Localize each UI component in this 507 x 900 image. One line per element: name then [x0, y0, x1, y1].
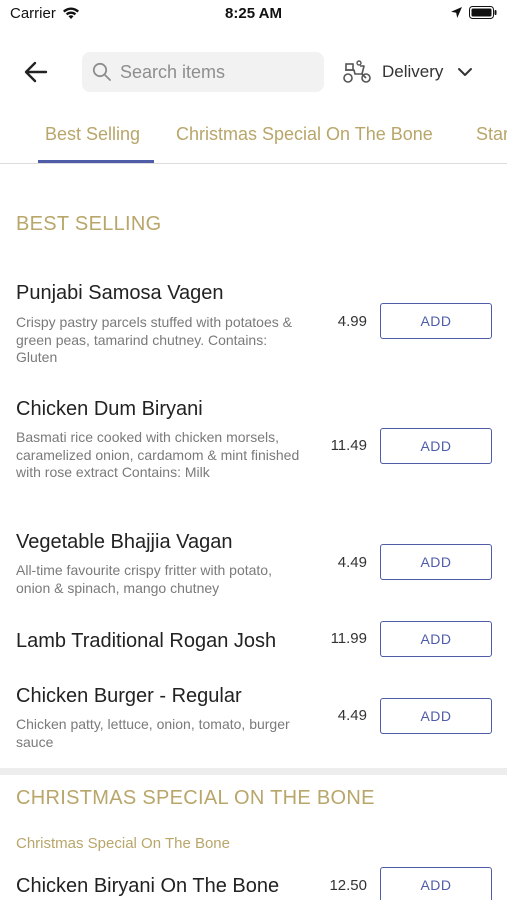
add-button[interactable]: ADD: [380, 698, 492, 734]
item-price: 4.99: [337, 313, 367, 330]
item-description: All-time favourite crispy fritter with p…: [16, 562, 272, 596]
item-name: Vegetable Bhajjia Vagan: [16, 531, 233, 553]
item-name: Chicken Biryani On The Bone: [16, 875, 280, 897]
tab-starters[interactable]: Star: [476, 124, 507, 145]
tab-christmas-special[interactable]: Christmas Special On The Bone: [176, 124, 433, 145]
search-input[interactable]: [120, 61, 310, 83]
section-title-best-selling: BEST SELLING: [16, 213, 162, 235]
back-arrow-icon: [24, 61, 48, 83]
add-button[interactable]: ADD: [380, 621, 492, 657]
category-tabs: Best Selling Christmas Special On The Bo…: [0, 110, 507, 164]
delivery-selector[interactable]: Delivery: [342, 56, 473, 88]
item-name: Chicken Dum Biryani: [16, 398, 203, 420]
tab-best-selling[interactable]: Best Selling: [45, 124, 140, 145]
item-name: Punjabi Samosa Vagen: [16, 282, 224, 304]
item-description: Chicken patty, lettuce, onion, tomato, b…: [16, 716, 290, 750]
search-box[interactable]: [82, 52, 324, 92]
section-divider: [0, 768, 507, 775]
battery-icon: [469, 6, 497, 19]
add-button[interactable]: ADD: [380, 867, 492, 900]
scooter-icon: [343, 60, 371, 83]
add-button[interactable]: ADD: [380, 544, 492, 580]
delivery-label: Delivery: [382, 62, 444, 81]
search-icon: [92, 62, 111, 81]
item-name: Lamb Traditional Rogan Josh: [16, 630, 277, 652]
item-price: 12.50: [329, 877, 367, 894]
add-button[interactable]: ADD: [380, 303, 492, 339]
status-icons: [450, 6, 497, 19]
item-price: 4.49: [337, 707, 367, 724]
back-button[interactable]: [20, 56, 52, 88]
item-name: Chicken Burger - Regular: [16, 685, 242, 707]
section-title-christmas-special: CHRISTMAS SPECIAL ON THE BONE: [16, 787, 375, 809]
item-price: 11.49: [330, 437, 367, 454]
add-button[interactable]: ADD: [380, 428, 492, 464]
item-price: 11.99: [330, 630, 367, 647]
section-subtitle: Christmas Special On The Bone: [16, 835, 230, 852]
active-tab-indicator: [38, 160, 154, 163]
location-arrow-icon: [451, 7, 462, 18]
top-bar: Delivery: [0, 48, 507, 96]
item-price: 4.49: [337, 554, 367, 571]
clock: 8:25 AM: [225, 5, 282, 22]
item-description: Crispy pastry parcels stuffed with potat…: [16, 314, 292, 365]
item-description: Basmati rice cooked with chicken morsels…: [16, 429, 300, 480]
chevron-down-icon: [458, 68, 473, 76]
status-bar: Carrier 8:25 AM: [0, 0, 507, 30]
